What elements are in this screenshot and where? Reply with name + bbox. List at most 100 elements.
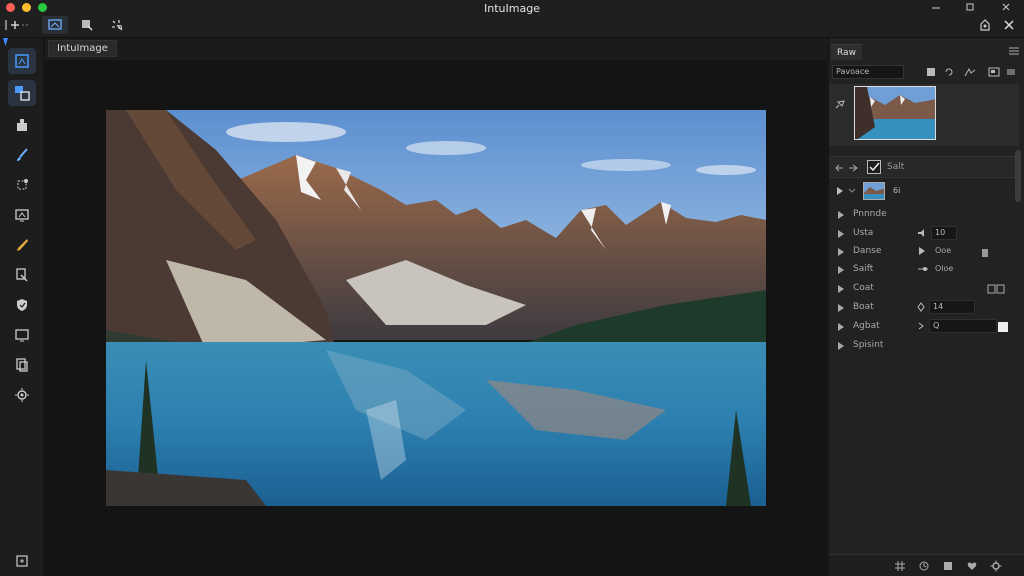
- prop-label: Coat: [853, 283, 874, 293]
- history-button[interactable]: [917, 559, 931, 573]
- settings-tool[interactable]: [8, 382, 36, 408]
- close-button[interactable]: [996, 0, 1016, 14]
- slider-icon: [918, 267, 928, 271]
- grid-icon: [895, 561, 905, 571]
- prop-value[interactable]: 10: [931, 226, 957, 240]
- shield-tool[interactable]: [8, 292, 36, 318]
- expand-arrow-icon: [838, 304, 844, 312]
- export-tool[interactable]: [8, 548, 36, 574]
- select-tool-button[interactable]: [78, 16, 96, 34]
- layers-icon: [1007, 69, 1015, 75]
- lasso-tool[interactable]: [8, 172, 36, 198]
- properties-checkbox[interactable]: [867, 160, 881, 174]
- layer-row-selected[interactable]: [829, 84, 1019, 146]
- maximize-button[interactable]: [960, 0, 980, 14]
- play-icon: [919, 247, 925, 255]
- expand-arrow-icon: [838, 266, 844, 274]
- close-panel-button[interactable]: [1000, 17, 1018, 33]
- transform-icon: [15, 86, 30, 101]
- add-button[interactable]: [4, 16, 30, 34]
- prop-row-2[interactable]: Usta 10: [829, 225, 1019, 243]
- brush-tool[interactable]: [8, 142, 36, 168]
- panel-scrollbar[interactable]: [1015, 150, 1021, 202]
- shield-icon: [17, 299, 27, 311]
- crop-frame-tool[interactable]: [8, 48, 36, 74]
- layer-line[interactable]: 6i: [829, 180, 1019, 204]
- sparkle-icon: [112, 20, 123, 31]
- square-icon: [927, 68, 935, 76]
- expand-arrow-icon: [838, 211, 844, 219]
- mountain-lake-photo[interactable]: [106, 110, 766, 506]
- link-chain-icon: [835, 164, 858, 172]
- prop-row-8[interactable]: Spisint: [829, 337, 1019, 355]
- properties-title: Salt: [887, 162, 905, 172]
- prop-row-3[interactable]: Danse Ooe: [829, 243, 1019, 261]
- check-icon: [869, 162, 880, 172]
- prop-value[interactable]: Q: [929, 319, 997, 333]
- layers-panel: Raw Pavoace Salt 6i Pnnnde Usta 10 Danse…: [828, 38, 1024, 576]
- pin-icon[interactable]: [834, 98, 846, 113]
- menu-icon: [1009, 47, 1019, 55]
- monitor-tool[interactable]: [8, 322, 36, 348]
- layer-thumbnail[interactable]: [854, 86, 936, 140]
- share-icon: [980, 19, 990, 31]
- refresh-tool[interactable]: [943, 66, 955, 78]
- prop-row-4[interactable]: Saift Oloe: [829, 261, 1019, 279]
- refresh-icon: [945, 68, 953, 76]
- export-icon: [16, 555, 28, 567]
- expand-icon: [837, 187, 856, 195]
- settings-icon: [15, 388, 29, 402]
- prop-row-7[interactable]: Agbat Q: [829, 318, 1019, 336]
- diamond-icon: [917, 302, 925, 312]
- transform-tool[interactable]: [8, 80, 36, 106]
- tab-raw[interactable]: Raw: [831, 44, 862, 60]
- minimize-button[interactable]: [926, 0, 946, 14]
- prop-label: Usta: [853, 228, 874, 238]
- prop-row-1[interactable]: Pnnnde: [829, 206, 1019, 224]
- settings-button[interactable]: [989, 559, 1003, 573]
- copy-tool[interactable]: [8, 352, 36, 378]
- layer-search-input[interactable]: Pavoace: [832, 65, 904, 79]
- stamp-tool[interactable]: [8, 112, 36, 138]
- expand-arrow-icon: [838, 285, 844, 293]
- square-tool[interactable]: [925, 66, 937, 78]
- prop-row-6[interactable]: Boat 14: [829, 299, 1019, 317]
- clone-tool[interactable]: [8, 262, 36, 288]
- prop-label: Danse: [853, 246, 882, 256]
- stop-button[interactable]: [941, 559, 955, 573]
- frame-icon: [15, 209, 29, 222]
- layers-tool[interactable]: [1005, 66, 1017, 78]
- prop-value: Ooe: [935, 246, 952, 255]
- gear-icon: [990, 560, 1002, 572]
- mask-tool[interactable]: [963, 66, 977, 78]
- thumbnail-image: [855, 87, 935, 139]
- panel-menu-button[interactable]: [1009, 47, 1019, 58]
- history-icon: [919, 561, 929, 571]
- effects-tool-button[interactable]: [108, 16, 126, 34]
- share-button[interactable]: [976, 17, 994, 33]
- mini-layer-thumbnail[interactable]: [863, 182, 885, 200]
- pencil-tool[interactable]: [8, 232, 36, 258]
- frame-tool[interactable]: [8, 202, 36, 228]
- title-bar: IntuImage: [0, 0, 1024, 38]
- clone-icon: [16, 268, 28, 282]
- prop-label: Spisint: [853, 340, 884, 350]
- prop-row-5[interactable]: Coat: [829, 280, 1019, 298]
- prop-value[interactable]: 14: [929, 300, 975, 314]
- add-icon: [5, 20, 28, 30]
- mask-icon: [964, 67, 976, 77]
- link-icon: [835, 100, 845, 109]
- favorite-button[interactable]: [965, 559, 979, 573]
- panel-footer: [829, 554, 1024, 576]
- chevron-right-icon: [918, 322, 924, 330]
- crop-tool-button[interactable]: [42, 16, 68, 34]
- window-title: IntuImage: [484, 2, 540, 15]
- grid-button[interactable]: [893, 559, 907, 573]
- toggle-pair-icon: [987, 284, 1005, 294]
- properties-header: Salt: [829, 156, 1019, 178]
- x-icon: [1004, 20, 1014, 30]
- selection-icon: [82, 20, 93, 31]
- active-marker: [3, 38, 8, 46]
- group-tool[interactable]: [987, 66, 1001, 78]
- crop-icon: [48, 19, 62, 30]
